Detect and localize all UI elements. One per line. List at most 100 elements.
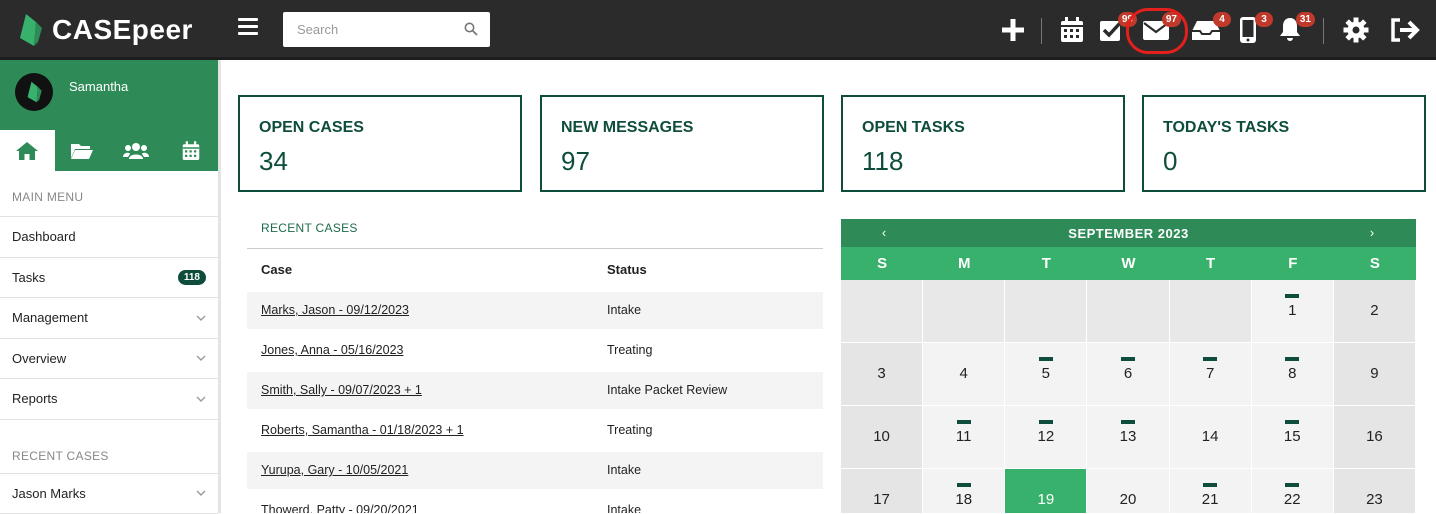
calendar-day-number: 12: [1005, 428, 1086, 445]
recent-cases-title: RECENT CASES: [261, 221, 358, 235]
calendar-day-number: 13: [1087, 428, 1168, 445]
calendar-day[interactable]: 12: [1005, 406, 1087, 469]
column-header-case[interactable]: Case: [261, 262, 292, 277]
search-box: [283, 12, 490, 47]
case-link[interactable]: Thowerd, Patty - 09/20/2021: [261, 503, 419, 513]
logo[interactable]: CASEpeer: [16, 10, 193, 50]
calendar-day-number: 15: [1252, 428, 1333, 445]
calendar-day-empty: [923, 280, 1005, 343]
calendar-grid: 1234567891011121314151617181920212223: [841, 280, 1416, 513]
calendar-day[interactable]: 4: [923, 343, 1005, 406]
calendar-day[interactable]: 8: [1252, 343, 1334, 406]
case-link[interactable]: Smith, Sally - 09/07/2023 + 1: [261, 383, 422, 397]
settings-button[interactable]: [1341, 14, 1371, 46]
chevron-down-icon: [196, 353, 206, 363]
calendar-day[interactable]: 5: [1005, 343, 1087, 406]
table-row: Jones, Anna - 05/16/2023 Treating: [247, 332, 823, 369]
calendar-next-button[interactable]: ›: [1362, 225, 1382, 240]
calendar-week-row: 3456789: [841, 343, 1416, 406]
calendar-day[interactable]: 6: [1087, 343, 1169, 406]
calendar-day[interactable]: 22: [1252, 469, 1334, 513]
user-name[interactable]: Samantha: [69, 79, 128, 94]
event-marker: [1203, 483, 1217, 487]
calendar-day[interactable]: 17: [841, 469, 923, 513]
messages-button[interactable]: 97: [1141, 14, 1171, 46]
calendar-day[interactable]: 13: [1087, 406, 1169, 469]
chevron-down-icon: [196, 394, 206, 404]
case-status: Intake: [607, 503, 641, 513]
calendar-day[interactable]: 9: [1334, 343, 1416, 406]
calendar-day-number: 9: [1334, 365, 1415, 382]
gear-icon: [1343, 17, 1369, 43]
event-marker: [957, 420, 971, 424]
calendar-day[interactable]: 7: [1170, 343, 1252, 406]
logout-button[interactable]: [1390, 14, 1420, 46]
calendar-day[interactable]: 14: [1170, 406, 1252, 469]
new-messages-card[interactable]: NEW MESSAGES 97: [540, 95, 824, 192]
calendar-day[interactable]: 23: [1334, 469, 1416, 513]
calendar-day-number: 2: [1334, 302, 1415, 319]
calendar-day-today[interactable]: 19: [1005, 469, 1087, 513]
search-icon[interactable]: [464, 22, 478, 36]
avatar[interactable]: [15, 73, 53, 111]
sidebar-item-tasks[interactable]: Tasks 118: [0, 258, 218, 299]
calendar-day[interactable]: 18: [923, 469, 1005, 513]
inbox-button[interactable]: 4: [1191, 14, 1221, 46]
phone-button[interactable]: 3: [1233, 14, 1263, 46]
phone-badge: 3: [1255, 12, 1273, 27]
calendar-day-number: 18: [923, 491, 1004, 508]
calendar-day-number: 7: [1170, 365, 1251, 382]
open-tasks-card[interactable]: OPEN TASKS 118: [841, 95, 1125, 192]
tab-calendar[interactable]: [164, 130, 219, 171]
column-header-status[interactable]: Status: [607, 262, 647, 277]
case-link[interactable]: Yurupa, Gary - 10/05/2021: [261, 463, 408, 477]
calendar-day[interactable]: 1: [1252, 280, 1334, 343]
calendar-day[interactable]: 2: [1334, 280, 1416, 343]
sidebar-item-management[interactable]: Management: [0, 298, 218, 339]
open-cases-card[interactable]: OPEN CASES 34: [238, 95, 522, 192]
recent-cases-heading: RECENT CASES: [0, 420, 218, 474]
calendar-day-number: 20: [1087, 491, 1168, 508]
sidebar-item-label: Jason Marks: [12, 486, 86, 501]
calendar-icon: [1060, 17, 1084, 43]
event-marker: [1039, 420, 1053, 424]
tab-home[interactable]: [0, 130, 55, 171]
calendar-day[interactable]: 21: [1170, 469, 1252, 513]
sidebar-item-reports[interactable]: Reports: [0, 379, 218, 420]
main-menu-heading: MAIN MENU: [0, 171, 218, 217]
sidebar-recent-case[interactable]: Jason Marks: [0, 474, 218, 514]
case-link[interactable]: Jones, Anna - 05/16/2023: [261, 343, 403, 357]
search-input[interactable]: [283, 12, 453, 47]
calendar-week-row: 12: [841, 280, 1416, 343]
case-status: Intake: [607, 463, 641, 477]
calendar-day[interactable]: 3: [841, 343, 923, 406]
calendar-day[interactable]: 10: [841, 406, 923, 469]
tasks-button[interactable]: 99: [1097, 14, 1127, 46]
event-marker: [1039, 357, 1053, 361]
case-link[interactable]: Roberts, Samantha - 01/18/2023 + 1: [261, 423, 464, 437]
sidebar-item-dashboard[interactable]: Dashboard: [0, 217, 218, 258]
case-link[interactable]: Marks, Jason - 09/12/2023: [261, 303, 409, 317]
event-marker: [1285, 294, 1299, 298]
calendar-day-number: 6: [1087, 365, 1168, 382]
card-label: NEW MESSAGES: [561, 119, 693, 137]
calendar-button[interactable]: [1057, 14, 1087, 46]
menu-toggle-icon[interactable]: [238, 18, 258, 40]
notifications-button[interactable]: 31: [1275, 14, 1305, 46]
calendar-day[interactable]: 15: [1252, 406, 1334, 469]
calendar-day[interactable]: 16: [1334, 406, 1416, 469]
card-value: 0: [1163, 146, 1177, 177]
calendar-day-empty: [841, 280, 923, 343]
card-label: OPEN CASES: [259, 119, 364, 137]
folder-icon: [70, 142, 94, 160]
tab-cases[interactable]: [55, 130, 110, 171]
logo-icon: [25, 80, 43, 104]
table-header: Case Status: [247, 252, 823, 288]
calendar-day[interactable]: 20: [1087, 469, 1169, 513]
sidebar-item-overview[interactable]: Overview: [0, 339, 218, 380]
calendar-week-row: 10111213141516: [841, 406, 1416, 469]
calendar-day[interactable]: 11: [923, 406, 1005, 469]
add-button[interactable]: [998, 14, 1028, 46]
todays-tasks-card[interactable]: TODAY'S TASKS 0: [1142, 95, 1426, 192]
tab-contacts[interactable]: [109, 130, 164, 171]
